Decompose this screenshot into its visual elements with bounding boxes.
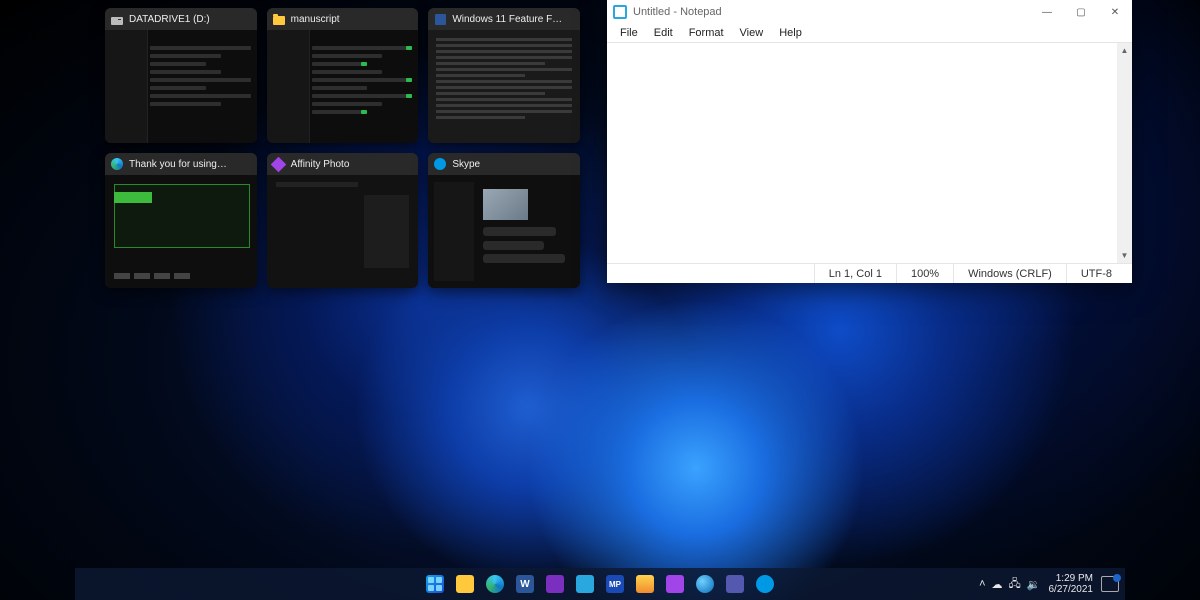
menu-edit[interactable]: Edit xyxy=(647,26,680,40)
status-encoding: UTF-8 xyxy=(1066,264,1126,283)
volume-icon[interactable]: 🔉 xyxy=(1027,578,1041,591)
snap-thumb-word-doc[interactable]: Windows 11 Feature F… xyxy=(428,8,580,143)
minimize-button[interactable]: — xyxy=(1030,0,1064,24)
thumb-preview xyxy=(267,175,419,288)
scroll-up-icon[interactable]: ▲ xyxy=(1117,43,1132,58)
taskbar-teams[interactable] xyxy=(722,571,748,597)
thumb-preview xyxy=(428,30,580,143)
snap-thumb-skype[interactable]: Skype xyxy=(428,153,580,288)
taskbar-mp-app[interactable]: MP xyxy=(602,571,628,597)
affinity-icon xyxy=(273,158,285,170)
thumb-preview xyxy=(428,175,580,288)
edge-icon xyxy=(111,158,123,170)
taskbar: W MP ˄ ☁ 🖧 🔉 1:29 PM 6/27/2021 xyxy=(75,568,1125,600)
menu-help[interactable]: Help xyxy=(772,26,809,40)
taskbar-misc-app[interactable] xyxy=(632,571,658,597)
cloud-icon[interactable]: ☁ xyxy=(992,578,1003,591)
start-button[interactable] xyxy=(422,571,448,597)
taskbar-notepad[interactable] xyxy=(572,571,598,597)
snap-thumb-manuscript[interactable]: manuscript xyxy=(267,8,419,143)
system-tray: ˄ ☁ 🖧 🔉 xyxy=(979,575,1040,594)
taskbar-affinity[interactable] xyxy=(662,571,688,597)
taskbar-skype[interactable] xyxy=(752,571,778,597)
thumb-title: Windows 11 Feature F… xyxy=(452,14,562,25)
notepad-menubar: File Edit Format View Help xyxy=(607,24,1132,43)
thumb-title: Skype xyxy=(452,159,480,170)
taskbar-word[interactable]: W xyxy=(512,571,538,597)
snap-thumb-datadrive[interactable]: DATADRIVE1 (D:) xyxy=(105,8,257,143)
snap-thumb-edge[interactable]: Thank you for using… xyxy=(105,153,257,288)
scroll-down-icon[interactable]: ▼ xyxy=(1117,248,1132,263)
taskbar-right: ˄ ☁ 🖧 🔉 1:29 PM 6/27/2021 xyxy=(979,573,1119,595)
notepad-text-area[interactable]: ▲ ▼ xyxy=(607,43,1132,263)
thumb-preview xyxy=(105,175,257,288)
skype-icon xyxy=(434,158,446,170)
word-icon xyxy=(434,13,446,25)
taskbar-apps: W MP xyxy=(422,571,778,597)
taskbar-onenote[interactable] xyxy=(542,571,568,597)
taskbar-browser[interactable] xyxy=(692,571,718,597)
close-button[interactable]: ✕ xyxy=(1098,0,1132,24)
notepad-title: Untitled - Notepad xyxy=(633,6,1030,18)
snap-thumb-affinity[interactable]: Affinity Photo xyxy=(267,153,419,288)
taskbar-file-explorer[interactable] xyxy=(452,571,478,597)
notification-center-icon[interactable] xyxy=(1101,576,1119,592)
tray-overflow-icon[interactable]: ˄ xyxy=(979,578,985,590)
status-cursor-position: Ln 1, Col 1 xyxy=(814,264,896,283)
menu-format[interactable]: Format xyxy=(682,26,731,40)
maximize-button[interactable]: ▢ xyxy=(1064,0,1098,24)
clock-time: 1:29 PM xyxy=(1049,573,1094,584)
notepad-window: Untitled - Notepad — ▢ ✕ File Edit Forma… xyxy=(607,0,1132,283)
thumb-title: manuscript xyxy=(291,14,340,25)
thumb-preview xyxy=(105,30,257,143)
notepad-titlebar[interactable]: Untitled - Notepad — ▢ ✕ xyxy=(607,0,1132,24)
vertical-scrollbar[interactable]: ▲ ▼ xyxy=(1117,43,1132,263)
drive-icon xyxy=(111,13,123,25)
menu-file[interactable]: File xyxy=(613,26,645,40)
clock-date: 6/27/2021 xyxy=(1049,584,1094,595)
thumb-title: Thank you for using… xyxy=(129,159,227,170)
menu-view[interactable]: View xyxy=(733,26,771,40)
network-icon[interactable]: 🖧 xyxy=(1009,575,1021,594)
snap-assist-overlay: DATADRIVE1 (D:) manuscript Windows 11 Fe… xyxy=(105,8,580,288)
folder-icon xyxy=(273,13,285,25)
taskbar-clock[interactable]: 1:29 PM 6/27/2021 xyxy=(1049,573,1094,595)
status-line-ending: Windows (CRLF) xyxy=(953,264,1066,283)
status-zoom: 100% xyxy=(896,264,953,283)
taskbar-edge[interactable] xyxy=(482,571,508,597)
thumb-title: DATADRIVE1 (D:) xyxy=(129,14,210,25)
notepad-icon xyxy=(613,5,627,19)
thumb-title: Affinity Photo xyxy=(291,159,350,170)
thumb-preview xyxy=(267,30,419,143)
notepad-statusbar: Ln 1, Col 1 100% Windows (CRLF) UTF-8 xyxy=(607,263,1132,283)
